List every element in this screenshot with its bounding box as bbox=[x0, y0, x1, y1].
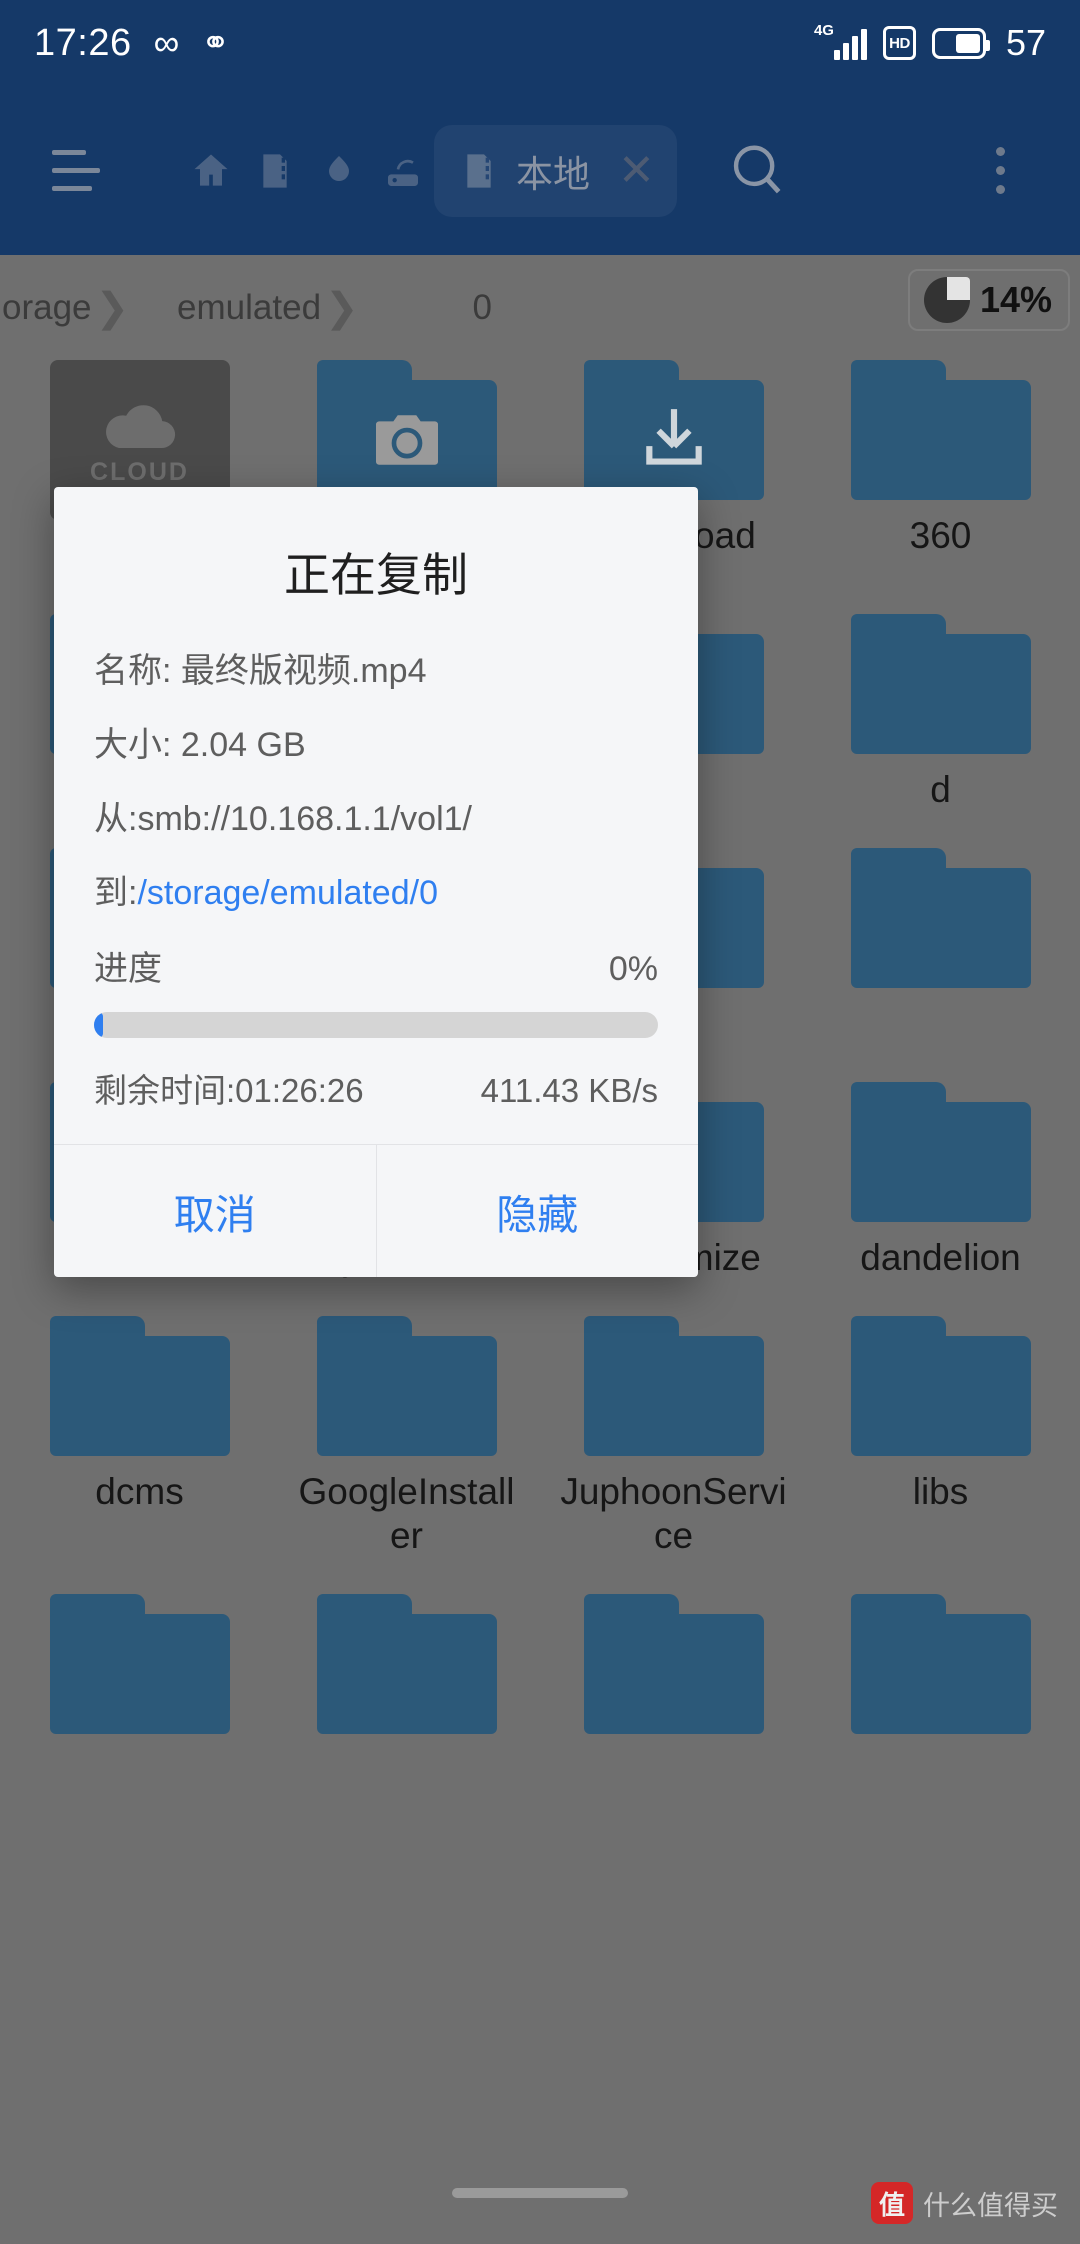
battery-percent: 57 bbox=[1005, 22, 1046, 63]
copy-progress-dialog: 正在复制 名称: 最终版视频.mp4 大小: 2.04 GB 从:smb://1… bbox=[54, 487, 698, 1277]
list-item-label: dandelion bbox=[860, 1237, 1021, 1278]
folder-icon bbox=[850, 614, 1031, 754]
breadcrumb-item-1[interactable]: emulated bbox=[177, 288, 321, 328]
breadcrumb-item-2[interactable]: 0 bbox=[473, 288, 492, 328]
folder-icon bbox=[583, 1316, 764, 1456]
list-item[interactable]: JuphoonService bbox=[540, 1316, 807, 1558]
transfer-speed-label: 411.43 KB/s bbox=[480, 1072, 658, 1109]
overflow-menu-icon[interactable] bbox=[972, 147, 1028, 194]
progress-label: 进度 bbox=[94, 950, 162, 988]
download-icon bbox=[584, 380, 764, 500]
infinity-icon: ∞ bbox=[153, 22, 180, 63]
source-path-line: 从:smb://10.168.1.1/vol1/ bbox=[94, 800, 472, 838]
app-bar: 本地 ✕ bbox=[0, 86, 1080, 255]
status-bar: 17:26 ∞ ⚭ 4G HD 57 bbox=[0, 0, 1080, 86]
folder-icon bbox=[316, 360, 497, 500]
list-item[interactable] bbox=[6, 1594, 273, 1734]
close-icon[interactable]: ✕ bbox=[618, 145, 655, 196]
pie-chart-icon bbox=[923, 277, 970, 323]
tab-local[interactable]: 本地 ✕ bbox=[434, 124, 677, 217]
hide-button[interactable]: 隐藏 bbox=[375, 1145, 699, 1277]
folder-icon bbox=[850, 1082, 1031, 1222]
destination-path-line: 到:/storage/emulated/0 bbox=[94, 867, 658, 919]
status-bar-left: 17:26 ∞ ⚭ bbox=[34, 22, 230, 65]
list-item[interactable]: dcms bbox=[6, 1316, 273, 1558]
search-icon[interactable] bbox=[723, 136, 793, 206]
watermark-text: 什么值得买 bbox=[923, 2190, 1058, 2221]
phone-screen: 17:26 ∞ ⚭ 4G HD 57 本地 ✕ orage ❯ emulated… bbox=[0, 0, 1080, 2244]
folder-icon bbox=[316, 1316, 497, 1456]
camera-icon bbox=[317, 380, 497, 500]
dialog-body: 名称: 最终版视频.mp4 大小: 2.04 GB 从:smb://10.168… bbox=[54, 645, 698, 1144]
list-item[interactable] bbox=[273, 1594, 540, 1734]
list-item-label: d bbox=[930, 769, 951, 810]
network-type-label: 4G bbox=[813, 22, 834, 39]
status-clock: 17:26 bbox=[34, 21, 132, 64]
progress-bar-fill bbox=[94, 1012, 103, 1038]
tab-local-label: 本地 bbox=[516, 153, 590, 195]
list-item[interactable]: d bbox=[807, 614, 1074, 812]
folder-icon bbox=[850, 848, 1031, 988]
hamburger-menu-icon[interactable] bbox=[52, 150, 110, 191]
list-item[interactable] bbox=[807, 1594, 1074, 1734]
hd-voice-icon: HD bbox=[882, 26, 916, 60]
cloud-word: CLOUD bbox=[90, 457, 189, 486]
remaining-time-label: 剩余时间:01:26:26 bbox=[94, 1072, 364, 1109]
list-item-label: 360 bbox=[909, 515, 972, 556]
dialog-actions: 取消 隐藏 bbox=[54, 1144, 698, 1277]
home-icon[interactable] bbox=[188, 148, 234, 194]
list-item[interactable]: 360 bbox=[807, 360, 1074, 578]
folder-icon bbox=[49, 1316, 230, 1456]
destination-path[interactable]: /storage/emulated/0 bbox=[137, 874, 438, 912]
chevron-right-icon: ❯ bbox=[95, 285, 130, 330]
file-name-line: 名称: 最终版视频.mp4 bbox=[94, 652, 427, 690]
breadcrumb: orage ❯ emulated ❯ 0 14% bbox=[0, 255, 1080, 360]
folder-icon bbox=[583, 1594, 764, 1734]
list-item[interactable] bbox=[807, 848, 1074, 1046]
progress-percent: 0% bbox=[608, 950, 658, 988]
storage-usage-percent: 14% bbox=[979, 279, 1052, 320]
list-item-label: dcms bbox=[95, 1471, 184, 1512]
list-item-label: libs bbox=[912, 1471, 969, 1512]
breadcrumb-item-0[interactable]: orage bbox=[2, 288, 92, 328]
folder-icon bbox=[583, 360, 764, 500]
sdcard-icon[interactable] bbox=[252, 148, 298, 194]
progress-bar bbox=[94, 1012, 658, 1038]
folder-icon bbox=[850, 1316, 1031, 1456]
nav-gesture-handle[interactable] bbox=[452, 2188, 628, 2198]
progress-footer: 剩余时间:01:26:26 411.43 KB/s bbox=[94, 1064, 658, 1112]
list-item[interactable]: dandelion bbox=[807, 1082, 1074, 1280]
watermark-badge: 值 bbox=[871, 2182, 913, 2224]
folder-icon bbox=[49, 1594, 230, 1734]
app-bar-nav-icons bbox=[188, 148, 426, 194]
dialog-title: 正在复制 bbox=[284, 549, 468, 601]
status-bar-right: 4G HD 57 bbox=[814, 22, 1046, 64]
watermark: 值 什么值得买 bbox=[871, 2182, 1058, 2224]
list-item-label: JuphoonService bbox=[560, 1471, 787, 1556]
share-icon: ⚭ bbox=[201, 24, 230, 62]
destination-prefix: 到: bbox=[94, 874, 138, 912]
folder-icon bbox=[850, 1594, 1031, 1734]
folder-icon bbox=[850, 360, 1031, 500]
list-item[interactable]: libs bbox=[807, 1316, 1074, 1558]
progress-header: 进度 0% bbox=[94, 941, 658, 990]
sdcard-icon-tab bbox=[456, 148, 502, 194]
cloud-icon[interactable] bbox=[316, 148, 362, 194]
storage-usage-badge[interactable]: 14% bbox=[907, 269, 1070, 331]
list-item-label: GoogleInstaller bbox=[298, 1471, 515, 1556]
signal-strength-icon: 4G bbox=[814, 22, 867, 60]
battery-icon bbox=[931, 27, 990, 59]
list-item[interactable]: GoogleInstaller bbox=[273, 1316, 540, 1558]
folder-icon bbox=[316, 1594, 497, 1734]
wifi-router-icon[interactable] bbox=[380, 148, 426, 194]
cancel-button[interactable]: 取消 bbox=[54, 1145, 376, 1277]
file-size-line: 大小: 2.04 GB bbox=[94, 726, 306, 764]
chevron-right-icon-2: ❯ bbox=[325, 285, 359, 330]
list-item[interactable] bbox=[540, 1594, 807, 1734]
